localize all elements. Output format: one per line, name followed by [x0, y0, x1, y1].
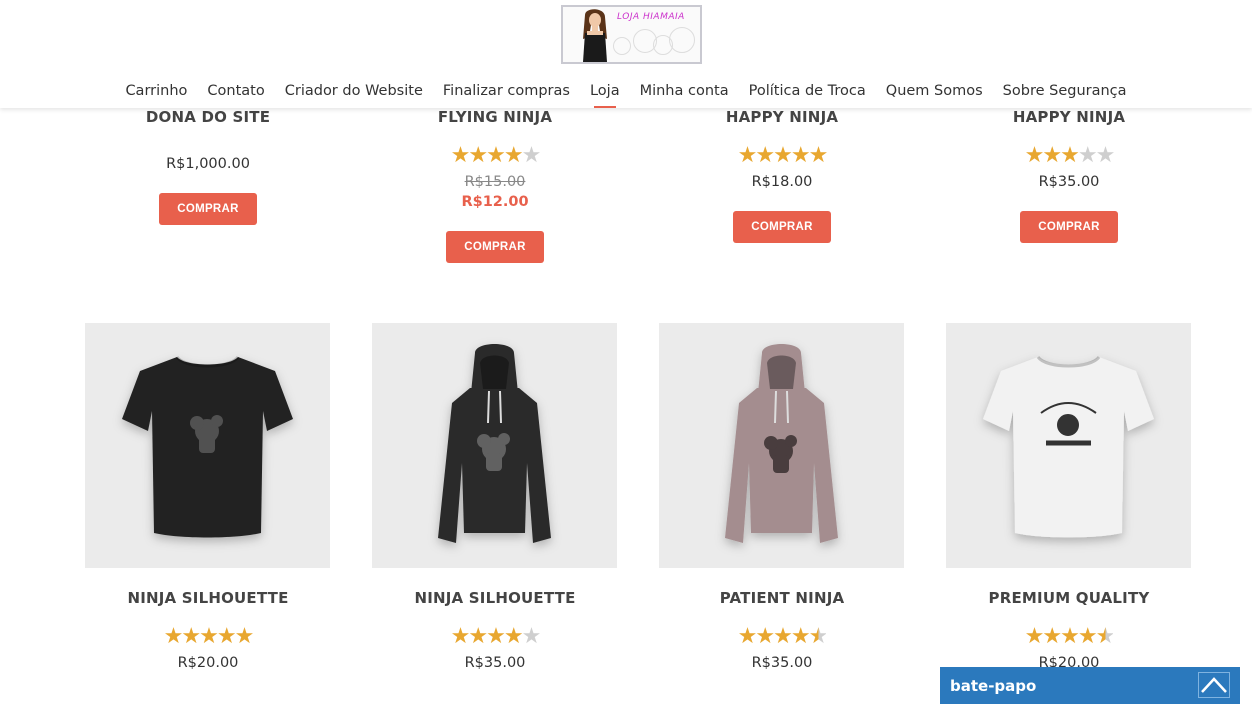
star-icon: ★	[486, 142, 506, 167]
product-price-sale: R$12.00	[461, 194, 529, 210]
product-title[interactable]: PREMIUM QUALITY	[946, 588, 1192, 608]
star-icon: ★	[808, 623, 829, 648]
star-icon: ★	[1095, 142, 1116, 167]
product-title[interactable]: NINJA SILHOUETTE	[372, 588, 618, 608]
chat-widget[interactable]: bate-papo	[940, 667, 1240, 704]
buy-button[interactable]: COMPRAR	[733, 211, 831, 243]
product-card: DONA DO SITE R$1,000.00 COMPRAR	[85, 107, 331, 225]
product-card: NINJA SILHOUETTE ★★★★★ R$20.00	[85, 588, 331, 673]
black-hoodie-illustration	[438, 344, 551, 543]
star-rating: ★★★★★	[659, 143, 905, 167]
star-icon: ★	[790, 623, 811, 648]
product-image-mauve-hoodie[interactable]	[659, 323, 904, 568]
product-price-original: R$15.00	[464, 174, 526, 190]
product-title[interactable]: FLYING NINJA	[372, 107, 618, 127]
star-icon: ★	[468, 623, 488, 648]
product-title[interactable]: PATIENT NINJA	[659, 588, 905, 608]
star-rating: ★★★★★	[659, 624, 905, 648]
product-card: PATIENT NINJA ★★★★★ R$35.00	[659, 588, 905, 673]
site-header: LOJA HIAMAIA Carrinho Contato Criador do W…	[0, 0, 1252, 108]
star-icon: ★	[808, 142, 829, 167]
buy-button[interactable]: COMPRAR	[446, 231, 544, 263]
star-icon: ★	[181, 623, 201, 648]
logo-text: LOJA HIAMAIA	[617, 12, 685, 22]
nav-item-pol-tica-de-troca[interactable]: Política de Troca	[749, 80, 866, 102]
star-icon: ★	[450, 623, 471, 648]
star-rating: ★★★★★	[946, 624, 1192, 648]
star-icon: ★	[790, 142, 811, 167]
star-icon: ★	[737, 623, 758, 648]
star-icon: ★	[503, 623, 524, 648]
star-icon: ★	[1024, 623, 1045, 648]
product-title[interactable]: HAPPY NINJA	[946, 107, 1192, 127]
star-icon: ★	[755, 623, 775, 648]
nav-item-loja[interactable]: Loja	[590, 80, 620, 108]
star-icon: ★	[773, 142, 793, 167]
product-card: FLYING NINJA ★★★★★ R$15.00 R$12.00 COMPRAR	[372, 107, 618, 263]
star-icon: ★	[521, 623, 542, 648]
buy-button[interactable]: COMPRAR	[159, 193, 257, 225]
star-icon: ★	[1077, 623, 1098, 648]
product-price: R$20.00	[177, 655, 239, 671]
star-icon: ★	[1060, 142, 1080, 167]
star-rating: ★★★★★	[372, 143, 618, 167]
product-image-black-hoodie[interactable]	[372, 323, 617, 568]
white-tshirt-illustration	[983, 355, 1154, 538]
site-logo[interactable]: LOJA HIAMAIA	[561, 5, 702, 64]
logo-woman-illustration	[583, 9, 607, 62]
product-price: R$35.00	[1038, 174, 1100, 190]
chat-label: bate-papo	[950, 677, 1037, 695]
product-title[interactable]: NINJA SILHOUETTE	[85, 588, 331, 608]
star-icon: ★	[450, 142, 471, 167]
star-rating: ★★★★★	[372, 624, 618, 648]
buy-button[interactable]: COMPRAR	[1020, 211, 1118, 243]
product-price: R$35.00	[751, 655, 813, 671]
product-image-black-tshirt[interactable]	[85, 323, 330, 568]
product-card: HAPPY NINJA ★★★★★ R$35.00 COMPRAR	[946, 107, 1192, 243]
product-card: PREMIUM QUALITY ★★★★★ R$20.00	[946, 588, 1192, 673]
star-rating: ★★★★★	[85, 624, 331, 648]
star-icon: ★	[755, 142, 775, 167]
star-icon: ★	[163, 623, 184, 648]
chat-toggle-button[interactable]	[1198, 672, 1230, 698]
nav-item-sobre-seguran-a[interactable]: Sobre Segurança	[1003, 80, 1127, 102]
nav-item-finalizar-compras[interactable]: Finalizar compras	[443, 80, 570, 102]
star-icon: ★	[737, 142, 758, 167]
star-icon: ★	[1042, 142, 1062, 167]
star-icon: ★	[1060, 623, 1080, 648]
product-card: HAPPY NINJA ★★★★★ R$18.00 COMPRAR	[659, 107, 905, 243]
nav-item-carrinho[interactable]: Carrinho	[125, 80, 187, 102]
main-navigation: Carrinho Contato Criador do Website Finaliz…	[0, 80, 1252, 108]
nav-item-minha-conta[interactable]: Minha conta	[640, 80, 729, 102]
product-price: R$18.00	[751, 174, 813, 190]
star-icon: ★	[1042, 623, 1062, 648]
nav-item-criador-do-website[interactable]: Criador do Website	[285, 80, 423, 102]
product-price: R$1,000.00	[166, 156, 250, 172]
product-title[interactable]: DONA DO SITE	[85, 107, 331, 127]
black-tshirt-illustration	[122, 355, 293, 538]
star-icon: ★	[199, 623, 219, 648]
star-icon: ★	[1024, 142, 1045, 167]
nav-item-contato[interactable]: Contato	[207, 80, 264, 102]
product-card: NINJA SILHOUETTE ★★★★★ R$35.00	[372, 588, 618, 673]
star-icon: ★	[521, 142, 542, 167]
product-image-white-tshirt[interactable]	[946, 323, 1191, 568]
chevron-up-icon	[1201, 677, 1227, 693]
nav-item-quem-somos[interactable]: Quem Somos	[886, 80, 983, 102]
product-price: R$35.00	[464, 655, 526, 671]
star-icon: ★	[234, 623, 255, 648]
star-rating: ★★★★★	[946, 143, 1192, 167]
star-icon: ★	[486, 623, 506, 648]
star-icon: ★	[773, 623, 793, 648]
mauve-hoodie-illustration	[725, 344, 838, 543]
star-icon: ★	[503, 142, 524, 167]
star-icon: ★	[1077, 142, 1098, 167]
star-icon: ★	[468, 142, 488, 167]
star-icon: ★	[216, 623, 237, 648]
product-title[interactable]: HAPPY NINJA	[659, 107, 905, 127]
star-icon: ★	[1095, 623, 1116, 648]
